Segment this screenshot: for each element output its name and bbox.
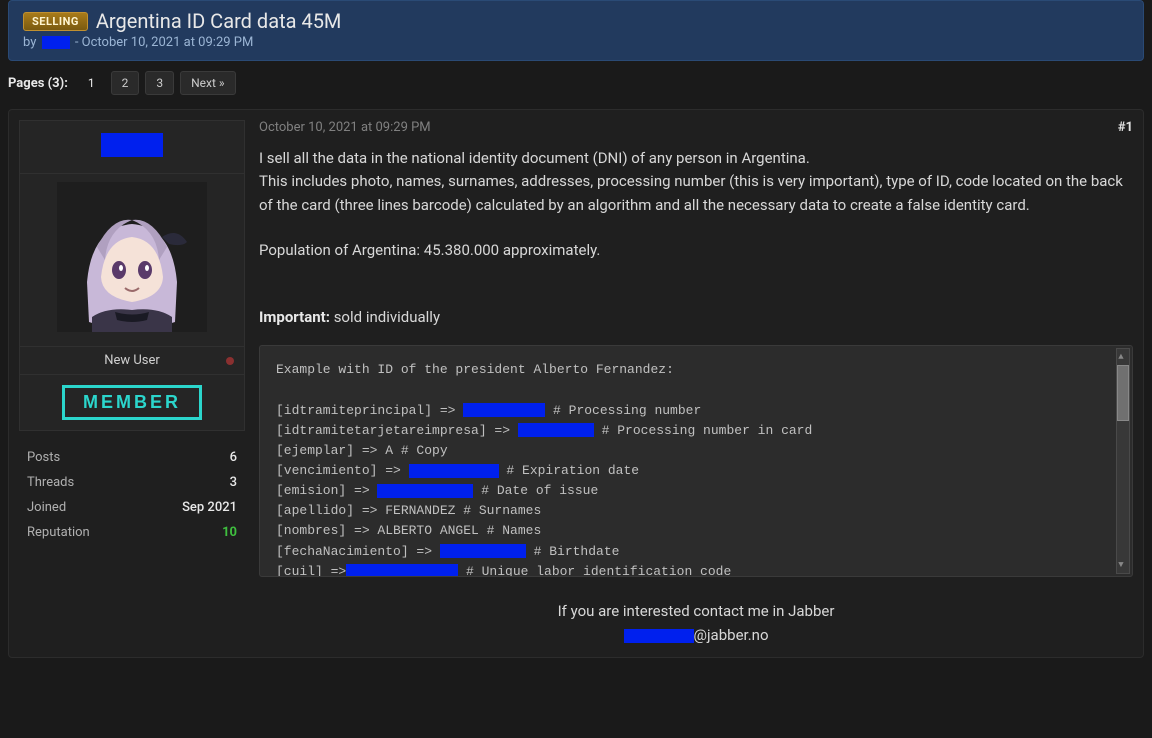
post-date[interactable]: October 10, 2021 at 09:29 PM [259, 120, 431, 135]
redacted-value [463, 403, 545, 417]
by-prefix: by [23, 35, 36, 50]
avatar-box [19, 174, 245, 347]
stat-posts-label: Posts [27, 450, 60, 465]
code-line: [nombres] => ALBERTO ANGEL # Names [276, 521, 1116, 541]
stat-reputation: Reputation 10 [25, 520, 239, 545]
scrollbar-track[interactable]: ▲ ▼ [1116, 348, 1130, 574]
stat-joined-label: Joined [27, 500, 66, 515]
stat-rep-val[interactable]: 10 [222, 525, 237, 540]
user-sidebar: New User MEMBER Posts 6 Threads 3 Joined… [19, 120, 245, 647]
page-2[interactable]: 2 [111, 71, 140, 95]
post-important: Important: sold individually [259, 306, 1133, 329]
stat-threads-label: Threads [27, 475, 74, 490]
code-line: [ejemplar] => A # Copy [276, 441, 1116, 461]
pagination: Pages (3): 1 2 3 Next » [8, 71, 1144, 95]
post-number[interactable]: #1 [1118, 120, 1133, 135]
post-container: New User MEMBER Posts 6 Threads 3 Joined… [8, 109, 1144, 658]
important-label: Important: [259, 308, 330, 326]
post-text: I sell all the data in the national iden… [259, 147, 1133, 329]
code-line: [apellido] => FERNANDEZ # Surnames [276, 501, 1116, 521]
avatar[interactable] [57, 182, 207, 332]
redacted-value [409, 464, 499, 478]
code-line: Example with ID of the president Alberto… [276, 360, 1116, 380]
stat-rep-label: Reputation [27, 525, 90, 540]
redacted-value [346, 564, 458, 577]
post-body: October 10, 2021 at 09:29 PM #1 I sell a… [259, 120, 1133, 647]
stat-threads: Threads 3 [25, 470, 239, 495]
redacted-value [518, 423, 594, 437]
member-badge: MEMBER [62, 385, 202, 420]
scroll-up-icon[interactable]: ▲ [1115, 351, 1127, 363]
redacted-value [440, 544, 526, 558]
stat-posts: Posts 6 [25, 445, 239, 470]
post-line-3: Population of Argentina: 45.380.000 appr… [259, 239, 1133, 262]
page-3[interactable]: 3 [145, 71, 174, 95]
by-date: - October 10, 2021 at 09:29 PM [75, 35, 253, 50]
code-block: Example with ID of the president Alberto… [259, 345, 1133, 577]
redacted-value [377, 484, 473, 498]
code-line: [fechaNacimiento] => # Birthdate [276, 542, 1116, 562]
post-line-1: I sell all the data in the national iden… [259, 147, 1133, 170]
author-redacted [42, 36, 70, 49]
user-role-row: New User [19, 347, 245, 375]
stat-joined-val: Sep 2021 [182, 500, 237, 515]
member-badge-wrap: MEMBER [19, 375, 245, 431]
code-line: [cuil] => # Unique labor identification … [276, 562, 1116, 578]
page-1[interactable]: 1 [78, 72, 105, 94]
post-meta: October 10, 2021 at 09:29 PM #1 [259, 120, 1133, 135]
stat-threads-val[interactable]: 3 [230, 475, 237, 490]
thread-title: Argentina ID Card data 45M [96, 9, 342, 33]
code-line: [idtramiteprincipal] => # Processing num… [276, 401, 1116, 421]
thread-header: SELLING Argentina ID Card data 45M by - … [8, 0, 1144, 61]
user-role: New User [104, 353, 160, 368]
user-stats: Posts 6 Threads 3 Joined Sep 2021 Reputa… [19, 441, 245, 549]
stat-joined: Joined Sep 2021 [25, 495, 239, 520]
tag-selling: SELLING [23, 12, 88, 31]
code-line: [emision] => # Date of issue [276, 481, 1116, 501]
scroll-down-icon[interactable]: ▼ [1115, 559, 1127, 571]
scrollbar-thumb[interactable] [1117, 365, 1129, 421]
important-text: sold individually [330, 308, 440, 326]
contact-line-1: If you are interested contact me in Jabb… [259, 599, 1133, 623]
contact-line-2: @jabber.no [259, 623, 1133, 647]
post-line-2: This includes photo, names, surnames, ad… [259, 170, 1133, 217]
status-offline-icon [226, 357, 234, 365]
pages-label: Pages (3): [8, 76, 68, 91]
code-line: [vencimiento] => # Expiration date [276, 461, 1116, 481]
thread-byline: by - October 10, 2021 at 09:29 PM [23, 35, 1129, 50]
code-line: [idtramitetarjetareimpresa] => # Process… [276, 421, 1116, 441]
page-next[interactable]: Next » [180, 71, 235, 95]
redacted-value [624, 629, 694, 643]
stat-posts-val[interactable]: 6 [230, 450, 237, 465]
username-redacted[interactable] [101, 133, 163, 157]
username-box [19, 120, 245, 174]
contact-block: If you are interested contact me in Jabb… [259, 599, 1133, 647]
